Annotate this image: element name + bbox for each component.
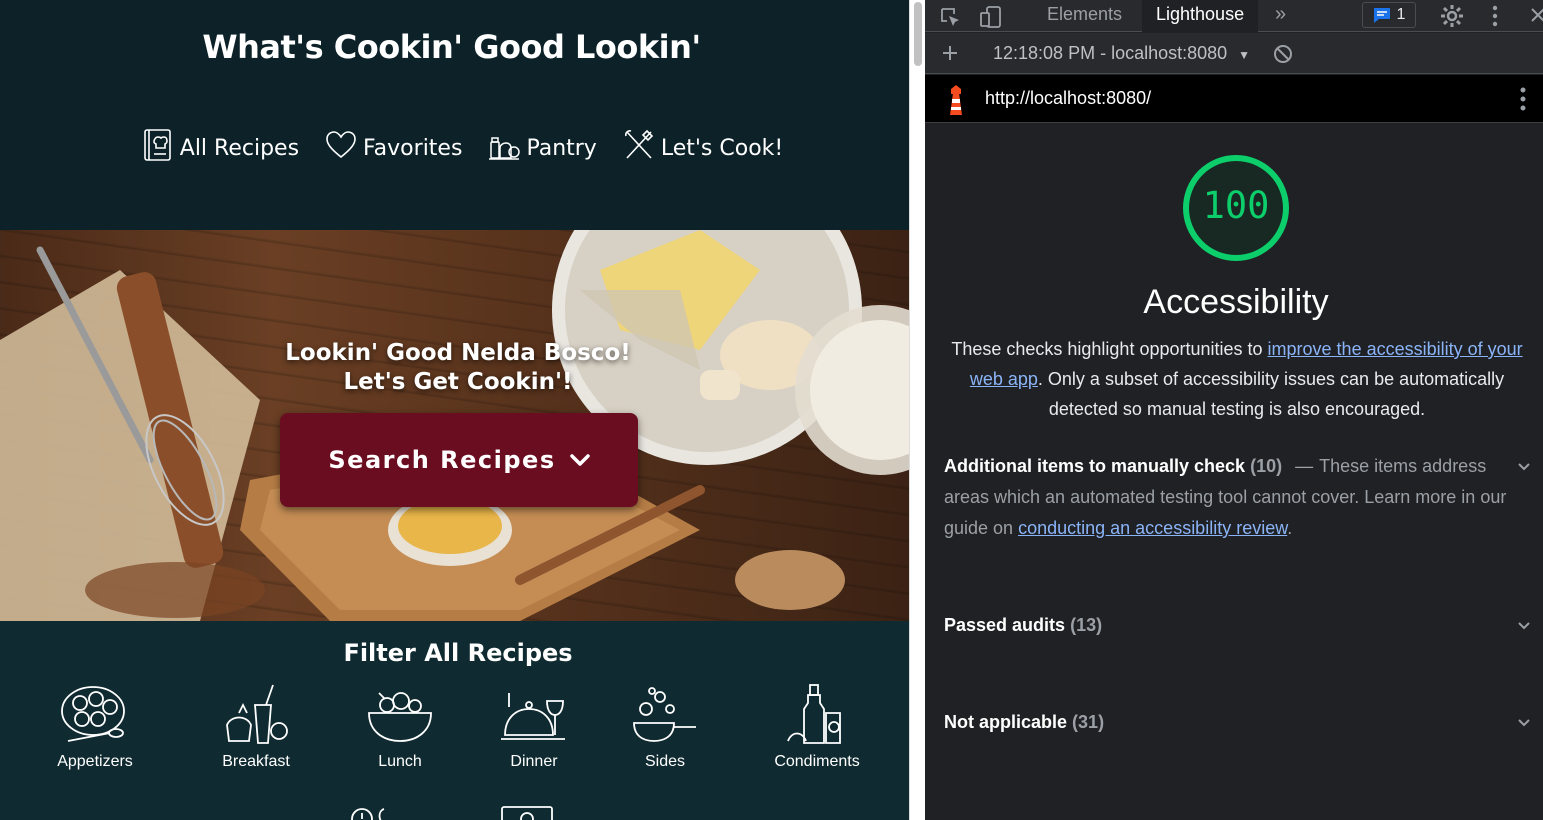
heart-icon [325, 128, 357, 168]
search-recipes-button[interactable]: Search Recipes [280, 413, 638, 507]
category-sides[interactable]: Sides [600, 683, 730, 771]
lunch-bowl-icon [368, 692, 432, 742]
clock-moon-icon [351, 808, 385, 820]
inspect-element-icon[interactable] [939, 6, 961, 28]
close-icon[interactable] [1530, 7, 1543, 23]
category-label: Sides [644, 753, 686, 770]
group-count: (10) [1250, 456, 1283, 476]
category-label: Appetizers [57, 753, 133, 770]
utensils-icon [623, 128, 655, 168]
dropdown-caret-icon: ▼ [1238, 48, 1251, 62]
report-url-bar: http://localhost:8080/ [925, 75, 1543, 123]
hero-greeting: Lookin' Good Nelda Bosco! Let's Get Cook… [0, 339, 909, 397]
category-description: These checks highlight opportunities to … [943, 334, 1531, 424]
category-breakfast[interactable]: Breakfast [191, 683, 321, 771]
category-label: Lunch [378, 753, 422, 770]
clear-block-icon[interactable] [1273, 44, 1293, 64]
recipe-app-page: What's Cookin' Good Lookin' All Recipes … [0, 0, 909, 820]
main-nav: All Recipes Favorites Pantry Let's Cook! [0, 128, 909, 168]
search-recipes-label: Search Recipes [328, 446, 556, 474]
lighthouse-toolbar: 12:18:08 PM - localhost:8080 ▼ [925, 33, 1543, 74]
report-select[interactable]: 12:18:08 PM - localhost:8080 ▼ [993, 43, 1250, 64]
page-scrollbar[interactable] [909, 0, 925, 820]
more-tabs-icon[interactable]: » [1275, 3, 1286, 26]
category-lunch[interactable]: Lunch [335, 683, 465, 771]
category-label: Breakfast [222, 753, 290, 770]
manual-checks-group[interactable]: Additional items to manually check (10) … [944, 451, 1531, 544]
condiments-icon [787, 684, 841, 744]
dinner-cloche-icon [501, 693, 565, 740]
nav-label: Pantry [526, 135, 597, 161]
chevron-down-icon [569, 454, 590, 466]
nav-all-recipes[interactable]: All Recipes [142, 128, 299, 168]
tab-elements[interactable]: Elements [1033, 0, 1136, 32]
category-title: Accessibility [1143, 283, 1329, 321]
group-title: Not applicable [944, 712, 1068, 732]
category-label: Dinner [510, 753, 558, 770]
group-count: (31) [1072, 712, 1105, 732]
appetizers-icon [61, 686, 125, 742]
filter-title: Filter All Recipes [343, 639, 573, 667]
plus-icon[interactable] [942, 45, 958, 61]
category-dinner[interactable]: Dinner [469, 683, 599, 771]
group-dash: — [1295, 456, 1314, 476]
site-title: What's Cookin' Good Lookin' [202, 28, 701, 66]
frame-icon [501, 806, 553, 820]
description-text-end: . Only a subset of accessibility issues … [1037, 369, 1505, 419]
recipe-book-icon [142, 128, 174, 168]
nav-label: Let's Cook! [660, 135, 784, 161]
kebab-menu-icon[interactable] [1491, 5, 1499, 27]
score-value: 100 [1202, 184, 1270, 227]
report-url: http://localhost:8080/ [985, 88, 1152, 108]
issues-count: 1 [1396, 6, 1406, 23]
breakfast-icon [226, 684, 288, 744]
report-menu-icon[interactable] [1519, 87, 1527, 113]
hero-banner: Lookin' Good Nelda Bosco! Let's Get Cook… [0, 230, 909, 621]
category-label: Condiments [774, 753, 860, 770]
nav-label: All Recipes [179, 135, 300, 161]
chevron-down-icon[interactable] [1517, 460, 1531, 474]
category-condiments[interactable]: Condiments [752, 683, 882, 771]
nav-lets-cook[interactable]: Let's Cook! [623, 128, 783, 168]
not-applicable-group[interactable]: Not applicable (31) [944, 707, 1531, 738]
pantry-icon [488, 128, 521, 168]
greeting-subline: Let's Get Cookin'! [343, 369, 573, 395]
app-header: What's Cookin' Good Lookin' All Recipes … [0, 0, 909, 230]
group-count: (13) [1070, 615, 1103, 635]
group-title: Passed audits [944, 615, 1066, 635]
chevron-down-icon[interactable] [1517, 619, 1531, 633]
passed-audits-group[interactable]: Passed audits (13) [944, 610, 1531, 641]
report-select-label: 12:18:08 PM - localhost:8080 [993, 43, 1228, 63]
filter-section: Filter All Recipes Appetizers Breakfast … [0, 621, 909, 820]
scrollbar-thumb[interactable] [914, 2, 922, 66]
devtools-panel: Elements Lighthouse » 1 12:18:08 PM - lo… [925, 0, 1543, 820]
devtools-tabbar: Elements Lighthouse » 1 [925, 0, 1543, 32]
device-toolbar-icon[interactable] [979, 5, 1003, 29]
nav-favorites[interactable]: Favorites [325, 128, 462, 168]
group-title: Additional items to manually check [944, 456, 1246, 476]
category-appetizers[interactable]: Appetizers [30, 683, 160, 771]
nav-pantry[interactable]: Pantry [488, 128, 597, 168]
settings-gear-icon[interactable] [1440, 4, 1464, 28]
accessibility-review-link[interactable]: conducting an accessibility review [1018, 518, 1287, 538]
message-icon [1373, 8, 1390, 23]
description-text: These checks highlight opportunities to [951, 339, 1268, 359]
tab-lighthouse[interactable]: Lighthouse [1142, 0, 1259, 32]
chevron-down-icon[interactable] [1517, 716, 1531, 730]
nav-label: Favorites [363, 135, 463, 161]
greeting-line: Lookin' Good Nelda Bosco! [285, 340, 631, 366]
sides-pan-icon [633, 687, 696, 742]
lighthouse-logo-icon [950, 85, 962, 115]
issues-badge[interactable]: 1 [1362, 2, 1416, 28]
group-description-end: . [1287, 518, 1293, 538]
